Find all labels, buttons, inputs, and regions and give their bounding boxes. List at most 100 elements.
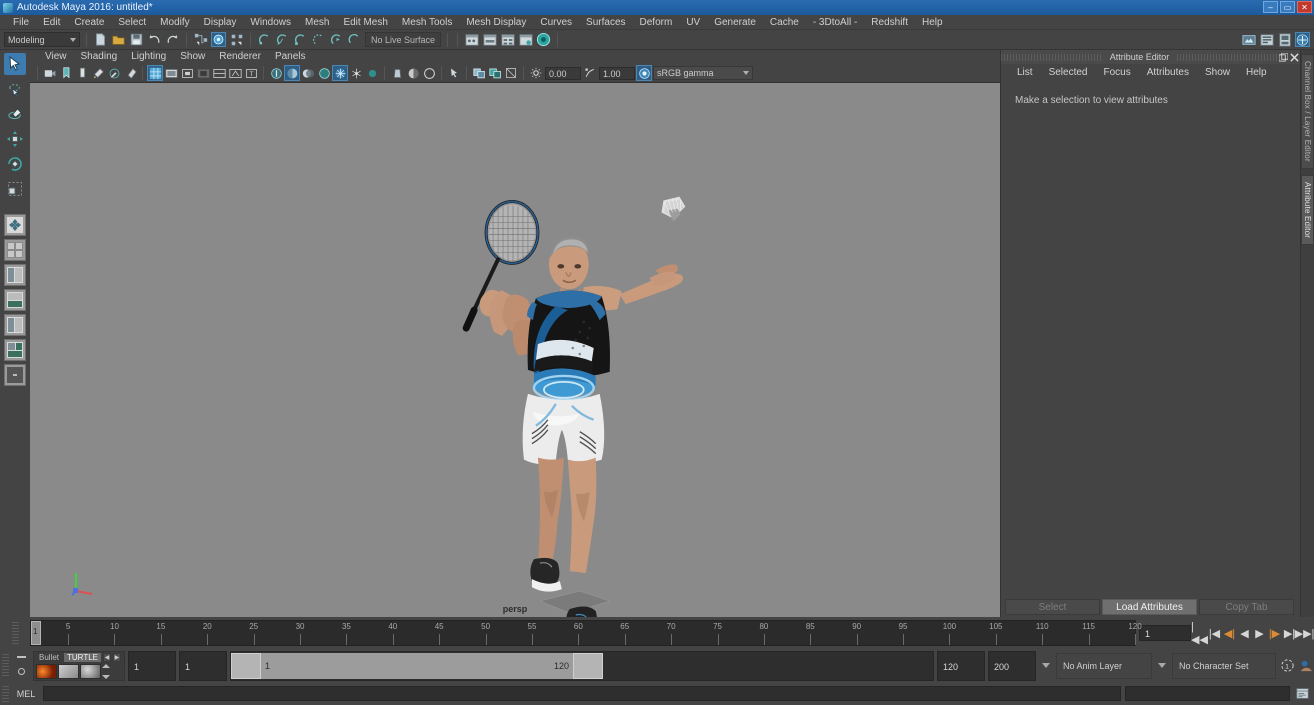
viewport-menu-lighting[interactable]: Lighting [124,50,173,64]
gate-mask-icon[interactable] [196,66,210,80]
2d-pan-zoom-icon[interactable] [91,66,105,80]
maximize-button[interactable]: ▭ [1280,1,1295,13]
command-input[interactable] [43,686,1121,701]
select-by-component-icon[interactable] [229,32,244,47]
show-outliner-icon[interactable] [464,32,479,47]
play-backwards-button[interactable]: ◀ [1238,625,1251,641]
rotate-tool[interactable] [4,153,26,175]
animation-preferences-button[interactable] [17,668,25,676]
script-editor-icon[interactable] [1294,686,1310,702]
menu-cache[interactable]: Cache [763,15,806,30]
snap-to-point-icon[interactable] [293,32,308,47]
quick-layout-custom[interactable] [4,364,26,386]
move-tool[interactable] [4,128,26,150]
turtle-render-icon[interactable] [36,664,57,679]
command-language-label[interactable]: MEL [13,689,39,699]
ae-menu-attributes[interactable]: Attributes [1139,64,1197,81]
menu-edit[interactable]: Edit [36,15,67,30]
grease-pencil-icon[interactable] [107,66,121,80]
ae-menu-selected[interactable]: Selected [1041,64,1096,81]
show-render-view-icon[interactable] [518,32,533,47]
menu-3dtoall[interactable]: - 3DtoAll - [806,15,864,30]
viewport-two-panes-icon[interactable] [488,66,502,80]
go-to-end-button[interactable]: ▶▶| [1295,625,1314,641]
menu-mesh[interactable]: Mesh [298,15,336,30]
exposure-field[interactable]: 0.00 [545,66,581,80]
turtle-bake-icon[interactable] [58,664,79,679]
smooth-preview-icon[interactable] [422,66,436,80]
select-camera-icon[interactable] [43,66,57,80]
tab-attribute-editor[interactable]: Attribute Editor [1301,174,1314,245]
playback-start-time-field[interactable]: 1 [179,650,227,681]
resolution-gate-icon[interactable] [180,66,194,80]
ae-menu-help[interactable]: Help [1238,64,1275,81]
range-slider-drag-handle[interactable] [2,653,9,678]
quick-layout-four-view[interactable] [4,239,26,261]
menu-uv[interactable]: UV [679,15,707,30]
menu-windows[interactable]: Windows [243,15,298,30]
close-button[interactable]: ✕ [1297,1,1312,13]
step-forward-frame-button[interactable]: |▶ [1268,625,1281,641]
render-sequence-icon[interactable] [1277,32,1292,47]
shelf-prev-arrow-icon[interactable]: ◀ [102,653,111,662]
scale-tool[interactable] [4,178,26,200]
play-forwards-button[interactable]: ▶ [1253,625,1266,641]
menu-edit-mesh[interactable]: Edit Mesh [336,15,394,30]
shelf-next-arrow-icon[interactable]: ▶ [112,653,121,662]
menu-mesh-display[interactable]: Mesh Display [459,15,533,30]
range-slider-fill[interactable]: 1 120 [231,652,604,679]
select-by-hierarchy-icon[interactable] [193,32,208,47]
exposure-icon[interactable] [529,66,543,80]
viewport-display-layer-icon[interactable] [472,66,486,80]
quick-layout-single-perspective[interactable] [4,214,26,236]
menu-generate[interactable]: Generate [707,15,763,30]
image-plane-icon[interactable] [75,66,89,80]
quick-layout-persp-uv[interactable] [4,339,26,361]
persp-viewport[interactable]: persp [30,83,1000,617]
animation-preferences-icon[interactable] [1298,658,1314,674]
current-frame-indicator[interactable]: 1 [31,621,41,645]
menu-mesh-tools[interactable]: Mesh Tools [395,15,459,30]
color-management-selector[interactable]: sRGB gamma [653,66,753,80]
ae-menu-show[interactable]: Show [1197,64,1238,81]
animation-end-time-field[interactable]: 200 [988,650,1036,681]
chevron-down-icon[interactable] [1042,663,1050,668]
select-button[interactable]: Select [1005,599,1100,615]
quick-layout-persp-outliner[interactable] [4,264,26,286]
step-back-frame-button[interactable]: ◀| [1223,625,1236,641]
snap-to-projected-center-icon[interactable] [311,32,326,47]
menu-surfaces[interactable]: Surfaces [579,15,632,30]
ae-menu-focus[interactable]: Focus [1095,64,1138,81]
minimize-button[interactable]: – [1263,1,1278,13]
turtle-shader-icon[interactable] [80,664,101,679]
viewport-crop-icon[interactable] [504,66,518,80]
depth-of-field-icon[interactable] [365,66,379,80]
tab-channel-box-layer-editor[interactable]: Channel Box / Layer Editor [1301,54,1314,169]
chevron-down-icon[interactable] [1158,663,1166,668]
ae-menu-list[interactable]: List [1009,64,1041,81]
snap-to-grid-icon[interactable] [257,32,272,47]
render-current-frame-icon[interactable] [536,32,551,47]
range-slider-left-handle[interactable] [231,652,261,679]
menu-redshift[interactable]: Redshift [864,15,915,30]
motion-blur-icon[interactable] [332,65,348,81]
step-back-keyframe-button[interactable]: |◀ [1208,625,1221,641]
render-settings-icon[interactable] [1259,32,1274,47]
range-slider-bar[interactable]: 1 120 [230,650,934,681]
paint-select-tool[interactable] [4,103,26,125]
wireframe-on-shaded-icon[interactable] [147,65,163,81]
menu-modify[interactable]: Modify [153,15,196,30]
grid-toggle-icon[interactable] [123,66,137,80]
menu-display[interactable]: Display [197,15,244,30]
menu-create[interactable]: Create [67,15,111,30]
shadows-icon[interactable] [301,66,315,80]
select-by-object-icon[interactable] [211,32,226,47]
snap-to-curve-icon[interactable] [275,32,290,47]
viewport-menu-panels[interactable]: Panels [268,50,313,64]
open-scene-icon[interactable] [111,32,126,47]
menu-set-selector[interactable]: Modeling [4,32,80,47]
auto-keyframe-icon[interactable]: 1 [1279,658,1295,674]
time-slider-drag-handle[interactable] [11,622,19,644]
xray-joints-icon[interactable] [228,66,242,80]
panel-drag-handle[interactable] [1177,53,1278,61]
